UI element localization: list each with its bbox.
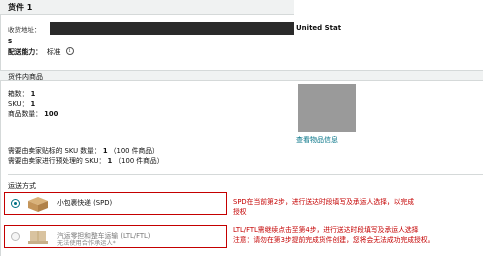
ltl-note-line2: 注意：请勿在第3步提前完成货件创建，您将会无法成功完成授权。 <box>233 236 435 244</box>
sku-value: 1 <box>30 100 36 108</box>
prep-value: 1 <box>107 157 113 165</box>
sku-row: SKU： 1 <box>8 98 35 108</box>
products-section-header: 货件内商品 <box>0 70 483 81</box>
option-sublabel-ltl: 无法使用合作承运人* <box>57 240 116 247</box>
divider <box>8 174 483 175</box>
shipment-title: 货件 1 <box>8 3 33 12</box>
radio-spd[interactable] <box>11 199 20 208</box>
prep-label: 需要由卖家进行预处理的 SKU： <box>8 157 106 165</box>
spd-note-line1: SPD在当前第2步，进行送达时段填写及承运人选择，以完成 <box>233 198 415 206</box>
address-overflow: s <box>8 37 13 45</box>
labeling-units: （100 件商品） <box>109 147 159 155</box>
qty-label: 商品数量： <box>8 110 42 118</box>
boxes-row: 箱数： 1 <box>8 88 35 98</box>
boxes-value: 1 <box>30 90 36 98</box>
labeling-value: 1 <box>102 147 108 155</box>
shipment-header: 货件 1 <box>0 0 294 15</box>
parcel-box-icon <box>28 197 48 212</box>
boxes-label: 箱数： <box>8 90 29 98</box>
prep-units: （100 件商品） <box>114 157 164 165</box>
capability-row: 配送能力： 标准 i <box>8 46 74 56</box>
panel-border <box>0 15 1 256</box>
spd-note: SPD在当前第2步，进行送达时段填写及承运人选择，以完成 授权 <box>233 197 414 217</box>
product-image <box>298 84 356 132</box>
address-redacted <box>50 22 294 35</box>
labeling-row: 需要由卖家贴标的 SKU 数量： 1 （100 件商品） <box>8 145 159 155</box>
sku-label: SKU： <box>8 100 29 108</box>
radio-ltl[interactable] <box>11 232 20 241</box>
view-items-link[interactable]: 查看物品信息 <box>296 135 338 145</box>
shipping-method-title: 运送方式 <box>8 182 36 190</box>
products-section-title: 货件内商品 <box>8 73 43 81</box>
capability-value: 标准 <box>46 48 61 56</box>
capability-label: 配送能力： <box>8 48 42 56</box>
qty-row: 商品数量： 100 <box>8 108 58 118</box>
address-country: United Stat <box>296 24 342 32</box>
qty-value: 100 <box>44 110 59 118</box>
pallet-icon <box>28 231 48 244</box>
ltl-note: LTL/FTL需继续点击至第4步，进行送达时段填写及承运人选择 注意：请勿在第3… <box>233 225 434 245</box>
option-label-spd: 小包裹快递 (SPD) <box>57 199 113 207</box>
labeling-label: 需要由卖家贴标的 SKU 数量： <box>8 147 101 155</box>
address-label: 收货地址： <box>8 26 41 34</box>
ltl-note-line1: LTL/FTL需继续点击至第4步，进行送达时段填写及承运人选择 <box>233 226 419 234</box>
shipping-option-ltl[interactable]: 汽运零担和整车运输 (LTL/FTL) 无法使用合作承运人* <box>4 225 227 248</box>
spd-note-line2: 授权 <box>233 208 247 216</box>
prep-row: 需要由卖家进行预处理的 SKU： 1 （100 件商品） <box>8 155 164 165</box>
shipping-option-spd[interactable]: 小包裹快递 (SPD) <box>4 192 227 215</box>
info-icon[interactable]: i <box>65 47 74 55</box>
